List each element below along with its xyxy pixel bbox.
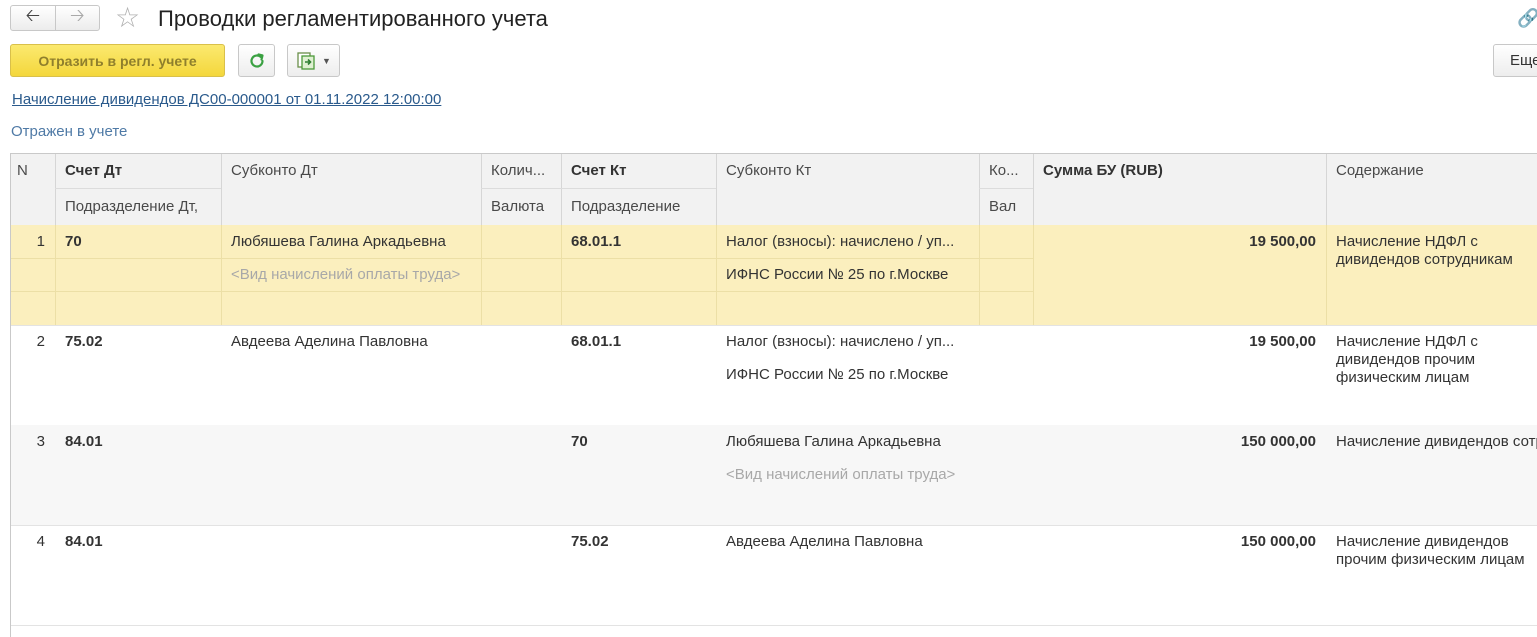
row-number: 2	[36, 333, 45, 350]
page-title: Проводки регламентированного учета	[158, 6, 548, 31]
col-credit-account[interactable]: Счет Кт	[561, 162, 716, 179]
debit-subconto-1: Любяшева Галина Аркадьевна	[231, 233, 446, 250]
col-debit-account[interactable]: Счет Дт	[55, 162, 221, 179]
debit-account: 70	[65, 233, 82, 250]
content: Начисление НДФЛ с дивидендов сотрудникам	[1336, 233, 1513, 268]
table-row[interactable]: 2 75.02 Авдеева Аделина Павловна 68.01.1…	[11, 325, 1537, 426]
link-icon[interactable]: 🔗	[1517, 8, 1537, 29]
table-header: N Счет Дт Подразделение Дт, Субконто Дт …	[11, 154, 1537, 226]
credit-account: 70	[571, 433, 588, 450]
table-row[interactable]: 1 70 Любяшева Галина Аркадьевна <Вид нач…	[11, 225, 1537, 326]
favorite-star-icon[interactable]: ☆	[115, 3, 140, 33]
row-number: 4	[36, 533, 45, 550]
credit-subconto-2: <Вид начислений оплаты труда>	[726, 466, 956, 483]
dropdown-caret-icon: ▼	[322, 55, 331, 66]
credit-subconto-1: Любяшева Галина Аркадьевна	[726, 433, 941, 450]
col-credit-qty[interactable]: Ко...	[979, 162, 1033, 179]
col-credit-subconto[interactable]: Субконто Кт	[716, 162, 979, 179]
amount: 150 000,00	[1240, 533, 1316, 550]
debit-subconto-1: Авдеева Аделина Павловна	[231, 333, 428, 350]
col-debit-subconto[interactable]: Субконто Дт	[221, 162, 481, 179]
amount: 19 500,00	[1249, 233, 1316, 250]
col-credit-subdivision[interactable]: Подразделение	[561, 198, 716, 215]
postings-table: N Счет Дт Подразделение Дт, Субконто Дт …	[10, 153, 1537, 637]
debit-account: 84.01	[65, 433, 103, 450]
col-n[interactable]: N	[11, 162, 55, 179]
document-link[interactable]: Начисление дивидендов ДС00-000001 от 01.…	[12, 91, 441, 108]
credit-subconto-2: ИФНС России № 25 по г.Москве	[726, 366, 949, 383]
back-button[interactable]: 🡠	[11, 5, 55, 30]
report-dtk-icon	[297, 51, 315, 70]
credit-subconto-1: Авдеева Аделина Павловна	[726, 533, 923, 550]
content: Начисление дивидендов сотрудникам	[1336, 433, 1537, 450]
navigation-buttons: 🡠 🡢	[10, 5, 100, 31]
col-debit-currency[interactable]: Валюта	[481, 198, 561, 215]
table-row[interactable]: 4 84.01 75.02 Авдеева Аделина Павловна 1…	[11, 525, 1537, 626]
col-content[interactable]: Содержание	[1326, 162, 1537, 179]
col-credit-currency[interactable]: Вал	[979, 198, 1033, 215]
credit-subconto-1: Налог (взносы): начислено / уп...	[726, 333, 955, 350]
col-debit-subdivision[interactable]: Подразделение Дт,	[55, 198, 221, 215]
post-to-accounting-button[interactable]: Отразить в регл. учете	[10, 44, 225, 77]
row-number: 3	[36, 433, 45, 450]
forward-arrow-icon: 🡢	[69, 5, 85, 25]
more-button[interactable]: Еще	[1493, 44, 1537, 77]
amount: 150 000,00	[1240, 433, 1316, 450]
credit-subconto-1: Налог (взносы): начислено / уп...	[726, 233, 955, 250]
forward-button[interactable]: 🡢	[54, 5, 100, 30]
credit-account: 68.01.1	[571, 233, 622, 250]
content: Начисление дивидендов прочим физическим …	[1336, 533, 1525, 568]
content: Начисление НДФЛ с дивидендов прочим физи…	[1336, 333, 1478, 386]
refresh-button[interactable]	[238, 44, 275, 77]
credit-account: 75.02	[571, 533, 609, 550]
amount: 19 500,00	[1249, 333, 1316, 350]
back-arrow-icon: 🡠	[25, 5, 41, 25]
report-dtk-button[interactable]: ▼	[287, 44, 340, 77]
status-text: Отражен в учете	[11, 123, 128, 140]
row-number: 1	[36, 233, 45, 250]
debit-account: 84.01	[65, 533, 103, 550]
credit-account: 68.01.1	[571, 333, 622, 350]
col-debit-qty[interactable]: Колич...	[481, 162, 561, 179]
debit-subconto-2: <Вид начислений оплаты труда>	[231, 266, 461, 283]
refresh-icon	[249, 52, 264, 68]
credit-subconto-2: ИФНС России № 25 по г.Москве	[726, 266, 949, 283]
table-row[interactable]: 3 84.01 70 Любяшева Галина Аркадьевна <В…	[11, 425, 1537, 526]
col-amount[interactable]: Сумма БУ (RUB)	[1033, 162, 1326, 179]
debit-account: 75.02	[65, 333, 103, 350]
